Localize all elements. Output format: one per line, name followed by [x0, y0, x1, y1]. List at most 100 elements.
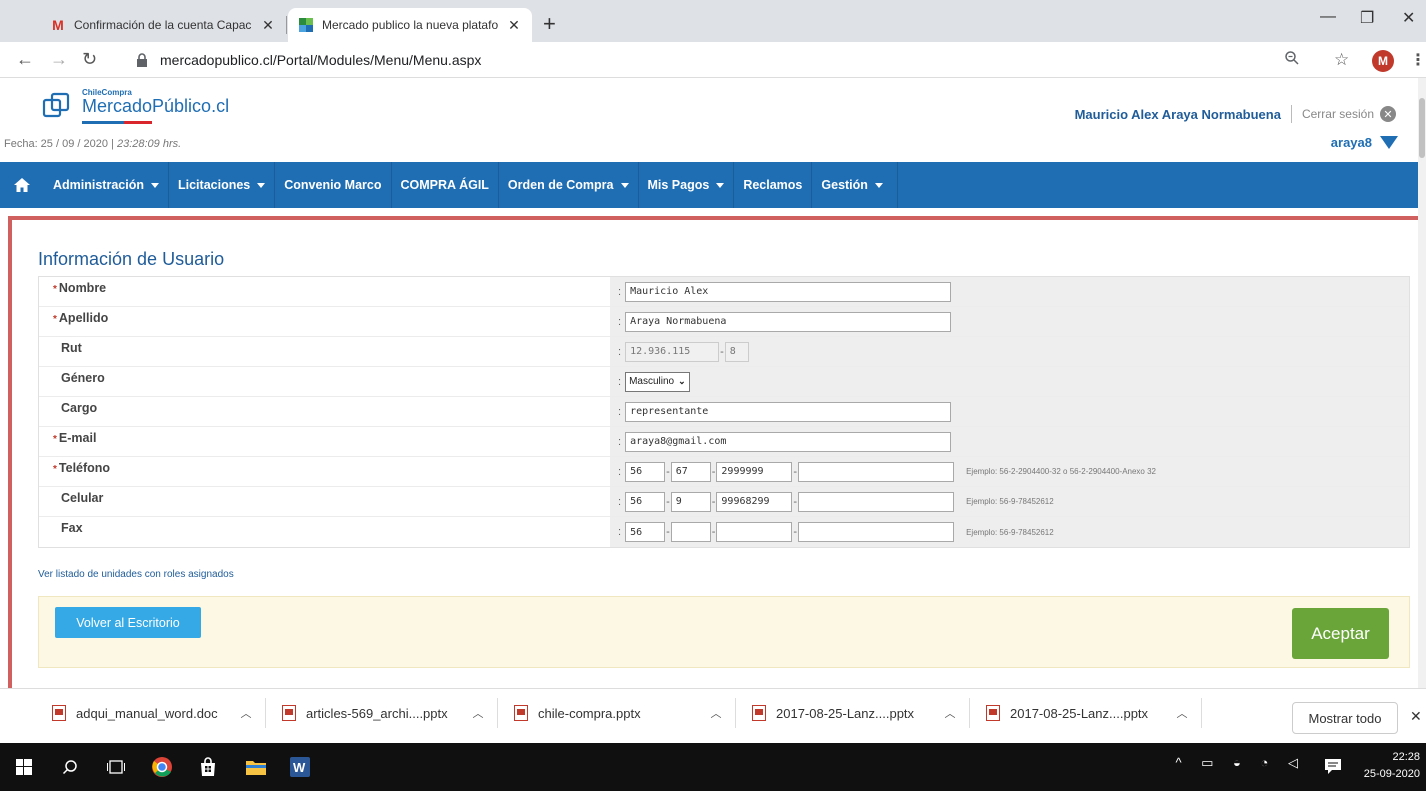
close-tab-icon[interactable]: ✕: [260, 17, 276, 34]
forward-arrow-icon[interactable]: →: [50, 50, 68, 68]
window-close-icon[interactable]: ✕: [1402, 8, 1415, 28]
nav-item-gestion[interactable]: Gestión: [812, 162, 898, 208]
logout-link[interactable]: Cerrar sesión: [1302, 107, 1374, 121]
nav-label: Reclamos: [743, 178, 803, 192]
scrollbar-thumb[interactable]: [1419, 98, 1425, 158]
form-row-apellido: * Apellido : Araya Normabuena: [39, 307, 1409, 337]
caret-down-icon: [716, 182, 725, 188]
show-all-downloads-button[interactable]: Mostrar todo: [1292, 702, 1398, 734]
zoom-icon[interactable]: [1284, 50, 1300, 71]
close-shelf-icon[interactable]: ✕: [1410, 708, 1422, 725]
celular-country-input[interactable]: 56: [625, 491, 666, 512]
colon: :: [618, 285, 622, 298]
chevron-up-icon[interactable]: ︿: [235, 705, 257, 721]
dash: -: [720, 345, 724, 358]
url-field[interactable]: mercadopublico.cl/Portal/Modules/Menu/Me…: [136, 47, 1336, 73]
windows-start-icon[interactable]: [12, 755, 36, 779]
word-icon[interactable]: W: [288, 755, 312, 779]
telefono-ext-input[interactable]: [798, 461, 955, 482]
taskbar-clock[interactable]: 22:28 25-09-2020: [1346, 749, 1420, 783]
search-icon[interactable]: [58, 755, 82, 779]
minimize-icon[interactable]: —: [1320, 8, 1336, 26]
bookmark-star-icon[interactable]: ☆: [1334, 50, 1349, 70]
download-item[interactable]: chile-compra.pptx ︿: [502, 698, 736, 728]
task-view-icon[interactable]: [104, 755, 128, 779]
time-label: 23:28:09 hrs.: [116, 138, 182, 150]
download-item[interactable]: 2017-08-25-Lanz....pptx ︿: [740, 698, 970, 728]
restore-icon[interactable]: ❐: [1360, 8, 1374, 28]
telefono-country-input[interactable]: 56: [625, 461, 666, 482]
cargo-input[interactable]: representante: [625, 401, 952, 422]
nav-item-reclamos[interactable]: Reclamos: [734, 162, 813, 208]
field-value-cell: : Mauricio Alex: [610, 277, 1409, 306]
celular-area-input[interactable]: 9: [670, 491, 711, 512]
chevron-up-icon[interactable]: ︿: [467, 705, 489, 721]
nav-item-licitaciones[interactable]: Licitaciones: [169, 162, 276, 208]
field-label: Cargo: [39, 397, 610, 426]
colon: :: [618, 405, 622, 418]
reload-icon[interactable]: ↻: [82, 50, 97, 68]
chrome-icon[interactable]: [150, 755, 174, 779]
telefono-number-input[interactable]: 2999999: [716, 461, 793, 482]
field-value-cell: : 56- 9- 99968299- Ejemplo: 56-9-7845261…: [610, 487, 1409, 516]
download-item[interactable]: 2017-08-25-Lanz....pptx ︿: [974, 698, 1202, 728]
genero-select[interactable]: Masculino ⌄: [625, 371, 690, 392]
chevron-up-icon[interactable]: ︿: [1171, 705, 1193, 721]
download-item[interactable]: articles-569_archi....pptx ︿: [270, 698, 498, 728]
dash: -: [666, 495, 670, 508]
fax-number-input[interactable]: [716, 522, 793, 542]
back-to-desktop-button[interactable]: Volver al Escritorio: [55, 607, 201, 638]
select-value: Masculino: [629, 376, 675, 387]
form-row-telefono: * Teléfono : 56- 67- 2999999- Ejemplo: 56…: [39, 457, 1409, 487]
download-name: 2017-08-25-Lanz....pptx: [776, 705, 915, 721]
mercadopublico-logo[interactable]: ChileCompra MercadoPúblico.cl: [42, 88, 242, 124]
label-text: Género: [61, 371, 105, 385]
fax-area-input[interactable]: [670, 522, 711, 542]
field-value-cell: : Masculino ⌄: [610, 367, 1409, 396]
logout-close-icon[interactable]: ✕: [1380, 106, 1396, 122]
roles-link[interactable]: Ver listado de unidades con roles asigna…: [38, 569, 234, 580]
chevron-up-icon[interactable]: ︿: [705, 705, 727, 721]
label-text: Cargo: [61, 401, 98, 415]
email-input[interactable]: araya8@gmail.com: [625, 431, 952, 452]
apellido-input[interactable]: Araya Normabuena: [625, 311, 952, 332]
file-explorer-icon[interactable]: [244, 755, 268, 779]
rut-dv-input: 8: [724, 341, 749, 362]
nav-item-convenio-marco[interactable]: Convenio Marco: [275, 162, 392, 208]
celular-number-input[interactable]: 99968299: [716, 491, 793, 512]
browser-tab-gmail[interactable]: M Confirmación de la cuenta Capac ✕: [40, 8, 286, 42]
fax-ext-input[interactable]: [798, 522, 955, 542]
browser-menu-icon[interactable]: ⋮: [1410, 50, 1426, 70]
nav-item-mis-pagos[interactable]: Mis Pagos: [639, 162, 735, 208]
required-mark: *: [53, 284, 57, 295]
browser-tab-mercadopublico[interactable]: Mercado publico la nueva platafo ✕: [288, 8, 532, 42]
username-dropdown[interactable]: araya8: [1331, 135, 1398, 150]
system-tray-icons[interactable]: ^ ▭ ◒ ◔ ◁: [1175, 755, 1306, 771]
page-scrollbar[interactable]: [1418, 78, 1426, 688]
form-row-nombre: * Nombre : Mauricio Alex: [39, 277, 1409, 307]
telefono-area-input[interactable]: 67: [670, 461, 711, 482]
download-item[interactable]: adqui_manual_word.doc ︿: [40, 698, 266, 728]
document-file-icon: [52, 705, 66, 721]
username-label: araya8: [1330, 135, 1372, 150]
nombre-input[interactable]: Mauricio Alex: [625, 281, 952, 302]
fax-country-input[interactable]: 56: [625, 522, 666, 542]
label-text: Nombre: [58, 281, 107, 295]
celular-ext-input[interactable]: [798, 491, 955, 512]
close-tab-icon[interactable]: ✕: [506, 17, 522, 34]
nav-item-orden-de-compra[interactable]: Orden de Compra: [499, 162, 639, 208]
nav-item-compra-agil[interactable]: COMPRA ÁGIL: [392, 162, 499, 208]
dash: -: [793, 465, 798, 478]
store-icon[interactable]: [196, 755, 220, 779]
profile-avatar[interactable]: M: [1372, 50, 1394, 72]
notification-icon[interactable]: [1324, 757, 1342, 775]
accept-button[interactable]: Aceptar: [1292, 608, 1389, 659]
field-value-cell: : representante: [610, 397, 1409, 426]
back-arrow-icon[interactable]: ←: [16, 50, 34, 68]
nav-label: Mis Pagos: [647, 178, 710, 192]
new-tab-icon[interactable]: +: [543, 13, 556, 35]
form-row-cargo: Cargo : representante: [39, 397, 1409, 427]
nav-home[interactable]: [0, 162, 44, 208]
chevron-up-icon[interactable]: ︿: [939, 705, 961, 721]
nav-item-administracion[interactable]: Administración: [44, 162, 169, 208]
